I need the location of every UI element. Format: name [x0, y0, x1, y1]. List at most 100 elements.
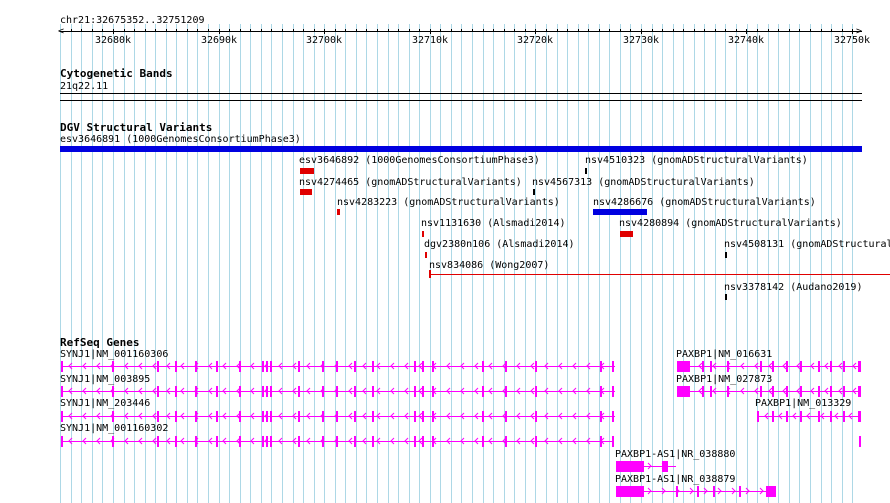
- exon: [760, 386, 762, 397]
- exon: [772, 361, 774, 372]
- exon: [266, 436, 268, 447]
- exon: [757, 411, 759, 422]
- exon: [239, 361, 241, 372]
- exon: [482, 361, 484, 372]
- exon: [262, 436, 264, 447]
- exon: [216, 386, 218, 397]
- exon: [422, 386, 424, 397]
- exon: [372, 411, 374, 422]
- exon: [432, 386, 434, 397]
- exon: [216, 436, 218, 447]
- exon: [786, 411, 788, 422]
- exon: [262, 411, 264, 422]
- exon: [61, 386, 63, 397]
- exon: [702, 386, 704, 397]
- exon: [616, 461, 644, 472]
- exon: [830, 361, 832, 372]
- exon: [266, 386, 268, 397]
- exon: [336, 361, 338, 372]
- exon: [535, 411, 537, 422]
- exon: [195, 386, 197, 397]
- exon: [843, 386, 845, 397]
- exon: [677, 361, 690, 372]
- exon: [216, 411, 218, 422]
- exon: [195, 361, 197, 372]
- refseq-gene-models[interactable]: [0, 0, 890, 503]
- exon: [354, 436, 356, 447]
- exon: [612, 436, 614, 447]
- exon: [772, 386, 774, 397]
- exon: [535, 436, 537, 447]
- exon: [195, 436, 197, 447]
- exon: [710, 361, 712, 372]
- exon: [422, 411, 424, 422]
- exon: [676, 486, 678, 497]
- exon: [266, 361, 268, 372]
- exon: [61, 411, 63, 422]
- exon: [298, 361, 300, 372]
- exon: [61, 361, 63, 372]
- exon: [800, 411, 802, 422]
- exon: [414, 411, 416, 422]
- exon: [786, 386, 788, 397]
- exon: [739, 486, 741, 497]
- exon: [800, 361, 802, 372]
- exon: [195, 411, 197, 422]
- exon: [677, 386, 690, 397]
- exon: [157, 361, 159, 372]
- exon: [175, 386, 177, 397]
- exon: [727, 386, 729, 397]
- exon: [760, 361, 762, 372]
- exon: [61, 436, 63, 447]
- exon: [505, 361, 507, 372]
- genome-browser-view: chr21:32675352..32751209 < > 32680k 32690…: [0, 0, 890, 503]
- exon: [766, 486, 776, 497]
- exon: [697, 486, 699, 497]
- exon: [818, 411, 820, 422]
- exon: [535, 386, 537, 397]
- exon: [262, 386, 264, 397]
- exon: [600, 436, 602, 447]
- exon: [270, 436, 272, 447]
- exon: [600, 411, 602, 422]
- exon: [372, 361, 374, 372]
- exon: [710, 386, 712, 397]
- exon: [818, 386, 820, 397]
- exon: [422, 436, 424, 447]
- exon: [830, 411, 832, 422]
- exon: [112, 386, 114, 397]
- exon: [727, 361, 729, 372]
- exon: [270, 411, 272, 422]
- exon: [772, 411, 774, 422]
- exon: [336, 436, 338, 447]
- exon: [157, 386, 159, 397]
- exon: [482, 386, 484, 397]
- exon: [843, 361, 845, 372]
- exon: [662, 461, 668, 472]
- exon: [298, 386, 300, 397]
- exon: [859, 386, 861, 397]
- exon: [175, 411, 177, 422]
- exon: [713, 486, 715, 497]
- exon: [336, 411, 338, 422]
- exon: [322, 411, 324, 422]
- exon: [859, 411, 861, 422]
- exon: [702, 361, 704, 372]
- exon: [600, 361, 602, 372]
- exon: [354, 411, 356, 422]
- exon: [859, 436, 861, 447]
- exon: [505, 436, 507, 447]
- exon: [414, 436, 416, 447]
- exon: [414, 386, 416, 397]
- exon: [175, 361, 177, 372]
- exon: [859, 361, 861, 372]
- exon: [322, 436, 324, 447]
- exon: [354, 361, 356, 372]
- exon: [843, 411, 845, 422]
- exon: [800, 386, 802, 397]
- exon: [239, 411, 241, 422]
- exon: [482, 436, 484, 447]
- exon: [612, 361, 614, 372]
- exon: [432, 436, 434, 447]
- exon: [535, 361, 537, 372]
